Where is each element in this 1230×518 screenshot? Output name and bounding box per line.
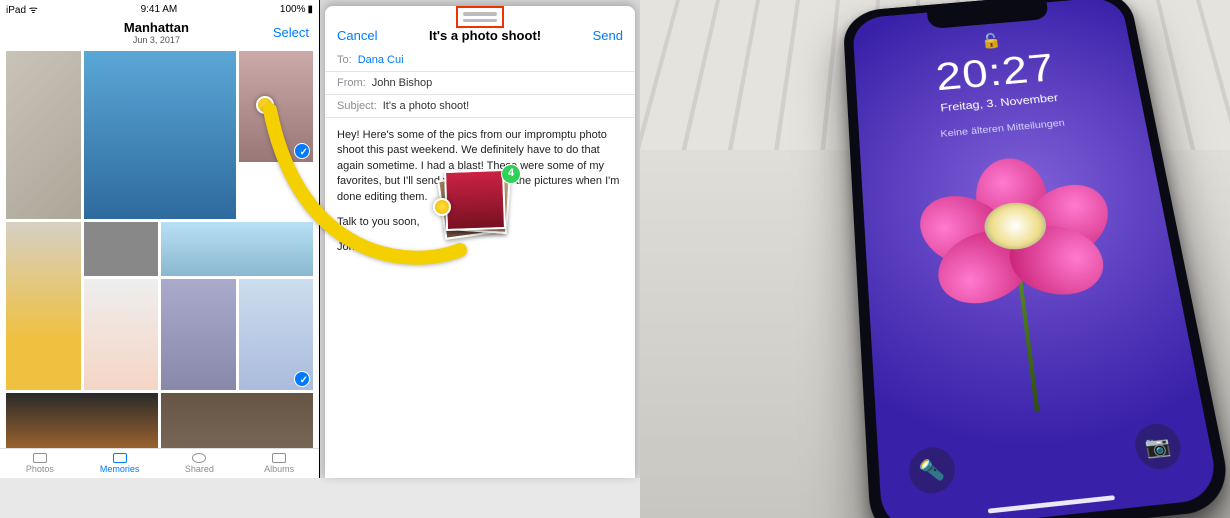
- photo-thumb-5[interactable]: [84, 222, 159, 276]
- status-device: iPad ᯤ: [6, 2, 38, 16]
- photo-thumb-7[interactable]: [84, 279, 159, 390]
- photo-thumb-11[interactable]: [161, 393, 313, 448]
- message-body[interactable]: Hey! Here's some of the pics from our im…: [325, 118, 635, 276]
- photo-thumb-6[interactable]: [161, 222, 313, 276]
- photo-thumb-2[interactable]: [84, 51, 236, 219]
- cloud-icon: [192, 453, 206, 463]
- to-value: Dana Cui: [358, 54, 404, 66]
- photos-nav-bar: Manhattan Jun 3, 2017 Select: [0, 18, 319, 49]
- photo-thumb-9[interactable]: [239, 279, 314, 390]
- compose-title: It's a photo shoot!: [429, 28, 541, 43]
- from-label: From:: [337, 77, 366, 89]
- status-battery-pct: 100%: [280, 4, 306, 15]
- tab-memories[interactable]: Memories: [80, 449, 160, 478]
- tab-label: Memories: [100, 464, 140, 474]
- drag-count-badge: 4: [501, 164, 521, 184]
- subject-value: It's a photo shoot!: [383, 100, 470, 112]
- from-field[interactable]: From: John Bishop: [325, 72, 635, 95]
- album-date: Jun 3, 2017: [40, 35, 273, 45]
- photo-thumb-4[interactable]: [6, 222, 81, 390]
- display-notch: [927, 2, 1049, 29]
- photo-thumb-3[interactable]: [239, 51, 314, 162]
- tab-label: Shared: [185, 464, 214, 474]
- tab-label: Photos: [26, 464, 54, 474]
- photos-tab-bar: Photos Memories Shared Albums: [0, 448, 319, 478]
- memories-icon: [113, 453, 127, 463]
- status-time: 9:41 AM: [141, 4, 178, 15]
- from-value: John Bishop: [372, 77, 433, 89]
- drag-drop-cursor: [433, 198, 451, 216]
- drag-origin-cursor: [256, 96, 274, 114]
- battery-icon: ▮: [307, 4, 313, 15]
- product-photo: 🔓 20:27 Freitag, 3. November Keine älter…: [640, 0, 1230, 518]
- to-label: To:: [337, 54, 352, 66]
- tab-albums[interactable]: Albums: [239, 449, 319, 478]
- ipad-status-bar: iPad ᯤ 9:41 AM 100% ▮: [0, 0, 319, 18]
- mail-app-panel: 🗀 ⚑ 🗑 ↩ ✎ Cancel It's a photo shoot! Sen…: [320, 0, 640, 478]
- photo-thumb-1[interactable]: [6, 51, 81, 219]
- stack-card-3: [444, 169, 506, 231]
- callout-highlight: [456, 6, 504, 28]
- flashlight-button[interactable]: 🔦: [908, 445, 957, 496]
- album-title: Manhattan: [40, 20, 273, 35]
- subject-label: Subject:: [337, 100, 377, 112]
- photos-icon: [33, 453, 47, 463]
- tab-photos[interactable]: Photos: [0, 449, 80, 478]
- home-indicator[interactable]: [988, 495, 1115, 513]
- camera-button[interactable]: 📷: [1132, 422, 1185, 472]
- cancel-button[interactable]: Cancel: [337, 28, 377, 43]
- select-button[interactable]: Select: [273, 25, 309, 40]
- photo-thumb-10[interactable]: [6, 393, 158, 448]
- photos-app: iPad ᯤ 9:41 AM 100% ▮ Manhattan Jun 3, 2…: [0, 0, 320, 478]
- tab-label: Albums: [264, 464, 294, 474]
- wallpaper-flower: [917, 150, 1131, 378]
- dragged-photos-stack[interactable]: 4: [441, 170, 515, 244]
- subject-field[interactable]: Subject: It's a photo shoot!: [325, 95, 635, 118]
- send-button[interactable]: Send: [593, 28, 623, 43]
- compose-sheet: Cancel It's a photo shoot! Send To: Dana…: [325, 6, 635, 478]
- tab-shared[interactable]: Shared: [160, 449, 240, 478]
- albums-icon: [272, 453, 286, 463]
- photo-thumb-8[interactable]: [161, 279, 236, 390]
- to-field[interactable]: To: Dana Cui: [325, 49, 635, 72]
